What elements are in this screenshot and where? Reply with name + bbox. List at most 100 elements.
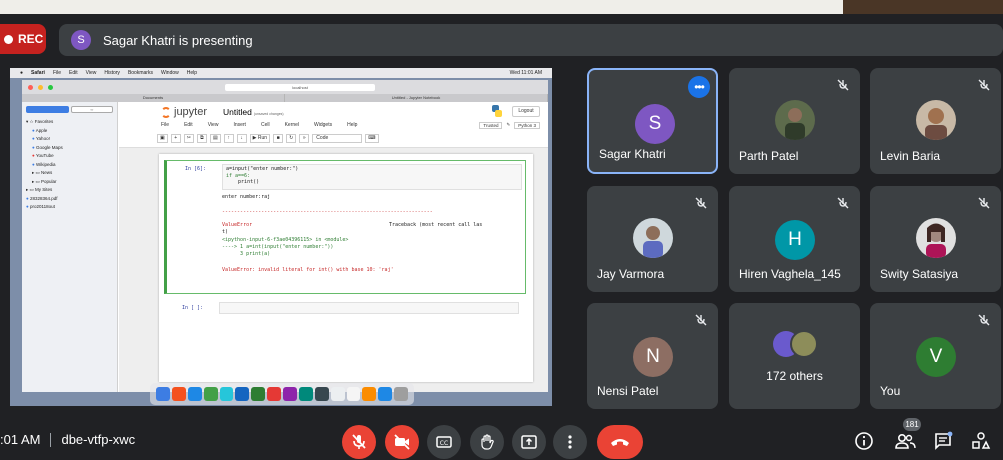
whatsapp-icon — [251, 387, 266, 401]
cell-prompt: In [6]: — [185, 166, 207, 172]
app-icon — [219, 387, 234, 401]
jupyter-logo-icon — [161, 106, 171, 118]
run-button: ▶ Run — [249, 134, 271, 143]
minimize-window-icon — [38, 84, 43, 90]
participant-tile[interactable]: V You — [870, 303, 1001, 409]
sidebar-item: ● Wikipedia — [32, 161, 56, 167]
participant-name: Jay Varmora — [597, 267, 665, 281]
move-down-icon: ↓ — [236, 134, 247, 143]
participant-tile[interactable]: Swity Satasiya — [870, 186, 1001, 292]
reading-list-segment: ∞ — [70, 106, 113, 113]
participant-name: Parth Patel — [739, 149, 799, 163]
activities-button[interactable] — [970, 430, 992, 452]
participant-tile[interactable]: Jay Varmora — [587, 186, 718, 292]
meeting-info: :01 AM dbe-vtfp-xwc — [0, 432, 135, 447]
mic-off-icon — [978, 79, 990, 91]
trash-icon — [394, 387, 408, 401]
hand-icon — [481, 434, 494, 450]
jupyter-menu-item: Insert — [233, 122, 246, 128]
stop-icon: ■ — [273, 134, 284, 143]
participant-tile[interactable]: Levin Baria — [870, 68, 1001, 174]
mac-clock: Wed 11:01 AM — [509, 70, 542, 76]
safari-sidebar: ∞ ▾ ☆ Favorites ● Apple ● Yahoo! ● Googl… — [22, 102, 118, 392]
sidebar-item: ● pro20118out — [26, 204, 55, 209]
sidebar-item: ▸ ▭ News — [32, 170, 53, 175]
safari-icon — [187, 387, 202, 401]
empty-cell: In [ ]: — [164, 300, 526, 316]
cell-type-select: Code — [312, 134, 363, 143]
captions-button[interactable]: CC — [427, 425, 461, 459]
meeting-code: dbe-vtfp-xwc — [61, 432, 136, 447]
error-rule: ----------------------------------------… — [222, 209, 433, 215]
jupyter-menu-item: Kernel — [284, 122, 300, 128]
kernel-name: Python 3 — [514, 122, 540, 129]
info-icon — [855, 432, 873, 450]
present-button[interactable] — [512, 425, 546, 459]
jupyter-menu-item: View — [207, 122, 219, 128]
rec-label: REC — [18, 32, 44, 46]
mic-off-icon — [978, 197, 990, 209]
sidebar-heading: ▾ ☆ Favorites — [26, 119, 54, 124]
participant-tile[interactable]: ••• S Sagar Khatri — [587, 68, 718, 174]
camera-toggle-button[interactable] — [385, 425, 419, 459]
paste-icon: ▤ — [209, 134, 221, 143]
mic-off-icon — [695, 314, 707, 326]
participant-tile[interactable]: H Hiren Vaghela_145 — [729, 186, 860, 292]
participant-tile[interactable]: Parth Patel — [729, 68, 860, 174]
avatar-photo — [916, 100, 956, 140]
others-avatars — [773, 330, 818, 358]
traceback-line: ----> 1 a=int(input("enter number:")) — [222, 244, 334, 250]
add-cell-icon: + — [170, 134, 181, 143]
sidebar-item: ● YouTube — [32, 153, 54, 158]
jupyter-toolbar: ▣ + ✂ ⧉ ▤ ↑ ↓ ▶ Run ■ ↻ » Code ⌨ — [157, 134, 379, 143]
divider — [50, 432, 52, 447]
mac-dock — [150, 383, 414, 405]
document-icon — [346, 387, 361, 401]
raise-hand-button[interactable] — [470, 425, 504, 459]
app-icon — [298, 387, 313, 401]
more-options-icon[interactable]: ••• — [688, 76, 710, 98]
browser-window: localhost Documents Untitled - Jupyter N… — [22, 80, 548, 392]
cell-prompt: In [ ]: — [182, 305, 204, 311]
others-tile[interactable]: 172 others — [729, 303, 860, 409]
mac-menubar: ● Safari File Edit View History Bookmark… — [10, 68, 552, 78]
sidebar-item: ● Google Maps — [32, 144, 63, 150]
meeting-details-button[interactable] — [853, 430, 875, 452]
jupyter-menubar: File Edit View Insert Cell Kernel Widget… — [161, 122, 357, 128]
chat-button[interactable] — [932, 430, 954, 452]
traceback-line: <ipython-input-6-f3ae04396115> in <modul… — [222, 237, 349, 243]
app-icon — [283, 387, 297, 401]
more-options-button[interactable] — [553, 425, 587, 459]
fast-forward-icon: » — [299, 134, 310, 143]
browser-tab: Documents — [22, 94, 285, 102]
participant-tile[interactable]: N Nensi Patel — [587, 303, 718, 409]
mac-menu-item: Safari — [31, 70, 45, 76]
jupyter-logo: jupyter — [161, 106, 207, 118]
avatar: S — [635, 104, 675, 144]
mac-menu-item: View — [85, 70, 97, 76]
python-logo-icon — [492, 105, 502, 117]
chat-icon — [935, 431, 953, 450]
move-up-icon: ↑ — [223, 134, 234, 143]
leave-call-button[interactable] — [597, 425, 643, 459]
avatar: V — [916, 337, 956, 377]
people-button[interactable] — [894, 430, 916, 452]
jupyter-menu-item: Cell — [260, 122, 270, 128]
finder-icon — [156, 387, 170, 401]
mac-menu-item: Bookmarks — [127, 70, 153, 76]
apple-icon: ● — [20, 70, 24, 76]
browser-tabs: Documents Untitled - Jupyter Notebook — [22, 94, 548, 102]
mic-off-icon — [978, 314, 990, 326]
app-icon — [362, 387, 377, 401]
people-icon — [895, 433, 916, 449]
presenting-text: Sagar Khatri is presenting — [103, 32, 253, 48]
mac-menu-item: File — [52, 70, 61, 76]
svg-text:CC: CC — [440, 440, 448, 447]
mic-toggle-button[interactable] — [342, 425, 376, 459]
traceback-cont: t) — [222, 229, 229, 235]
sidebar-item: ● Apple — [32, 127, 48, 133]
record-dot-icon — [4, 34, 13, 44]
jupyter-menu-item: File — [161, 122, 170, 128]
cell-code: a=input("enter number:") if a==6: print() — [222, 164, 522, 190]
presenting-banner: S Sagar Khatri is presenting — [59, 24, 1003, 56]
